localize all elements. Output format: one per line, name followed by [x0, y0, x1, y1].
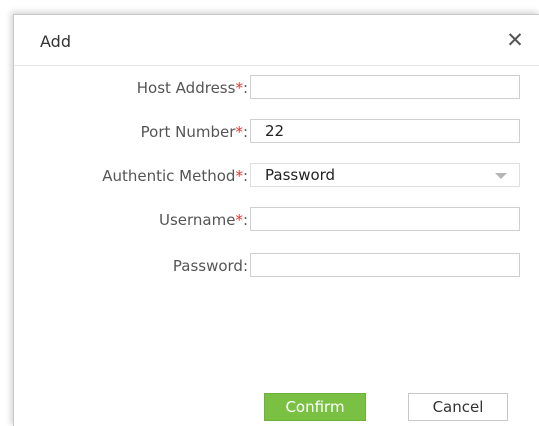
authentic-method-row: Authentic Method*: Password: [14, 163, 539, 189]
dialog-title: Add: [40, 32, 71, 51]
username-label: Username*:: [158, 211, 248, 229]
password-row: Password:: [14, 253, 539, 279]
authentic-method-label: Authentic Method*:: [102, 167, 248, 185]
port-number-row: Port Number*:: [14, 119, 539, 145]
dialog-titlebar: Add ✕: [14, 15, 539, 66]
host-address-label: Host Address*:: [136, 79, 248, 97]
page: Add ✕ Host Address*: Port Number*: Authe…: [0, 0, 539, 426]
add-dialog: Add ✕ Host Address*: Port Number*: Authe…: [13, 14, 539, 426]
confirm-button[interactable]: Confirm: [264, 393, 366, 421]
host-address-row: Host Address*:: [14, 75, 539, 101]
password-label: Password:: [172, 257, 248, 275]
authentic-method-value: Password: [265, 166, 336, 184]
port-number-label: Port Number*:: [140, 123, 248, 141]
authentic-method-select[interactable]: Password: [250, 163, 520, 187]
host-address-input[interactable]: [250, 75, 520, 99]
cancel-button[interactable]: Cancel: [408, 393, 508, 421]
password-input[interactable]: [250, 253, 520, 277]
required-mark: *: [235, 167, 243, 185]
required-mark: *: [235, 211, 243, 229]
required-mark: *: [235, 123, 243, 141]
required-mark: *: [235, 79, 243, 97]
port-number-input[interactable]: [250, 119, 520, 143]
username-row: Username*:: [14, 207, 539, 233]
chevron-down-icon: [495, 173, 507, 179]
username-input[interactable]: [250, 207, 520, 231]
close-icon[interactable]: ✕: [504, 29, 526, 51]
